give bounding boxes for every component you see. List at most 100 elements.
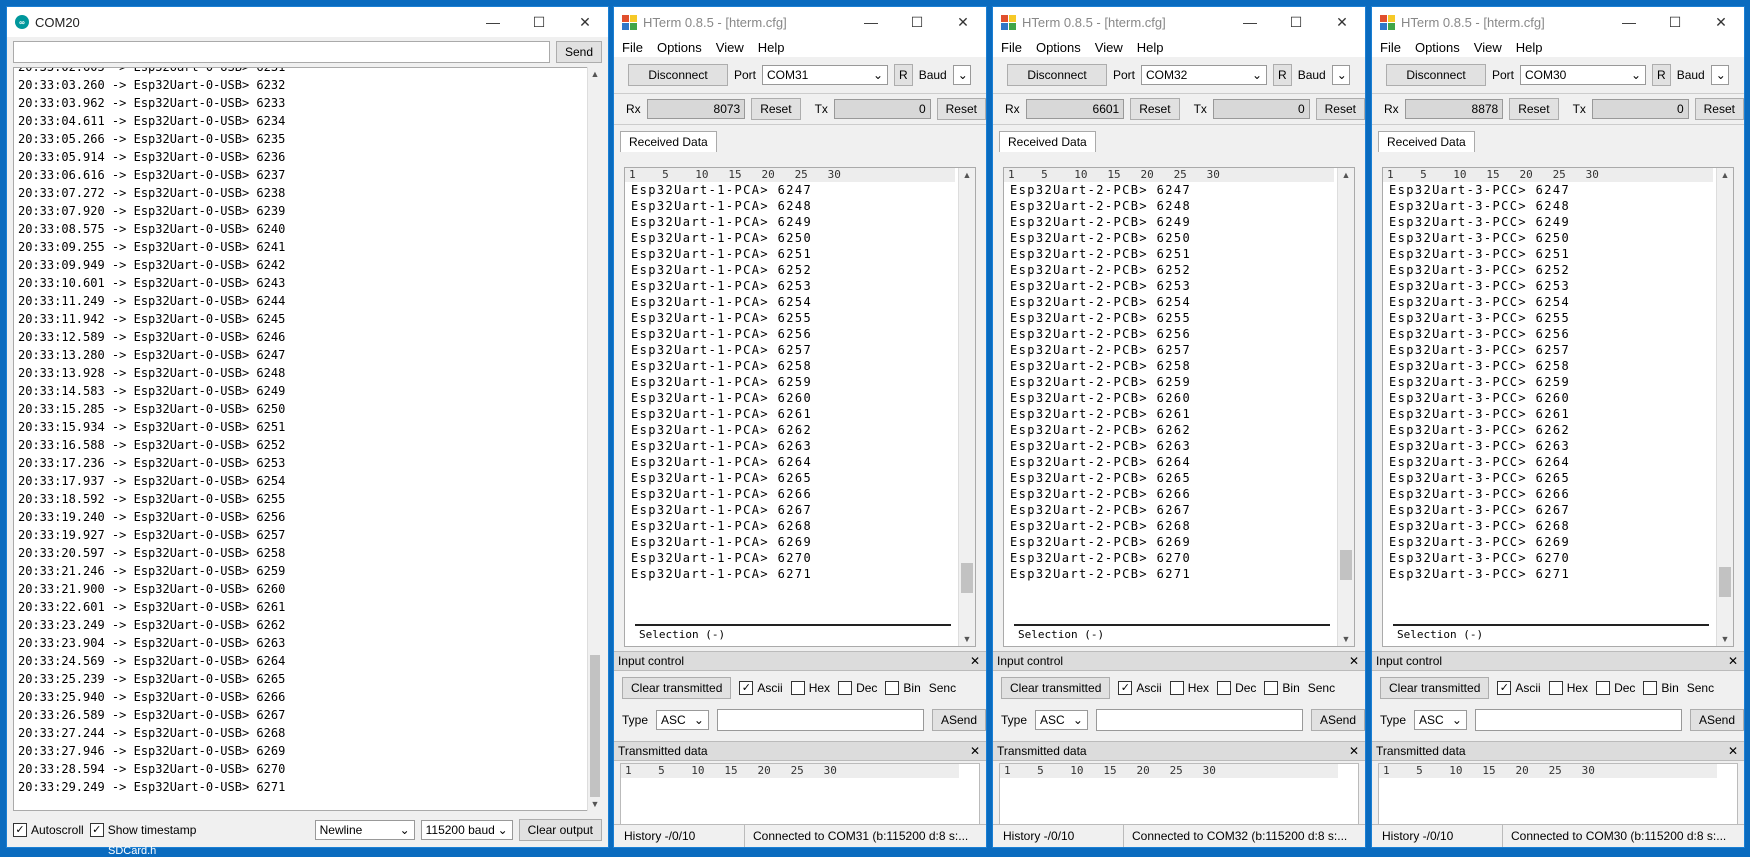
baud-select[interactable]: 115200 baud ⌄ (420, 820, 513, 840)
dec-checkbox[interactable]: Dec (1596, 681, 1635, 695)
close-panel-icon[interactable]: ✕ (970, 654, 980, 668)
close-icon[interactable]: ✕ (940, 7, 986, 37)
bin-checkbox[interactable]: Bin (1264, 681, 1300, 695)
com20-scrollbar[interactable]: ▲ ▼ (587, 67, 602, 811)
com20-send-button[interactable]: Send (555, 41, 602, 63)
disconnect-button[interactable]: Disconnect (1007, 64, 1107, 86)
menu-view[interactable]: View (1474, 40, 1502, 55)
send-input[interactable] (1474, 709, 1682, 731)
port-select[interactable]: COM32 ⌄ (1141, 65, 1268, 85)
asend-button[interactable]: ASend (931, 709, 986, 731)
clear-transmitted-button[interactable]: Clear transmitted (1380, 677, 1490, 699)
maximize-icon[interactable]: ☐ (894, 7, 940, 37)
rx-reset-button[interactable]: Reset (1509, 98, 1559, 120)
minimize-icon[interactable]: — (1227, 7, 1273, 37)
close-panel-icon[interactable]: ✕ (1728, 744, 1738, 758)
hterm-titlebar[interactable]: HTerm 0.8.5 - [hterm.cfg] — ☐ ✕ (993, 7, 1365, 37)
close-icon[interactable]: ✕ (1698, 7, 1744, 37)
tx-reset-button[interactable]: Reset (1694, 98, 1744, 120)
asend-button[interactable]: ASend (1689, 709, 1744, 731)
menu-help[interactable]: Help (1137, 40, 1164, 55)
menu-file[interactable]: File (622, 40, 643, 55)
tx-reset-button[interactable]: Reset (1315, 98, 1365, 120)
clear-output-button[interactable]: Clear output (518, 819, 602, 841)
transmitted-data-area[interactable]: 1 5 10 15 20 25 30 (1378, 763, 1738, 825)
timestamp-checkbox[interactable]: ✓ Show timestamp (89, 823, 196, 837)
autoscroll-checkbox[interactable]: ✓ Autoscroll (13, 823, 84, 837)
rx-reset-button[interactable]: Reset (751, 98, 801, 120)
menu-options[interactable]: Options (1036, 40, 1081, 55)
received-data-area[interactable]: 1 5 10 15 20 25 30 Esp32Uart-2-PCB> 6247… (1003, 167, 1355, 647)
received-scroll-thumb[interactable] (1719, 567, 1731, 597)
type-select[interactable]: ASC ⌄ (656, 710, 709, 730)
com20-log[interactable]: 20:33:02.605 -> Esp32Uart-0-USB> 6231 20:… (13, 67, 590, 811)
ascii-checkbox[interactable]: ✓ Ascii (739, 681, 783, 695)
menu-options[interactable]: Options (1415, 40, 1460, 55)
hterm-titlebar[interactable]: HTerm 0.8.5 - [hterm.cfg] — ☐ ✕ (1372, 7, 1744, 37)
tab-received-data[interactable]: Received Data (1378, 131, 1475, 152)
close-icon[interactable]: ✕ (562, 7, 608, 37)
ascii-checkbox[interactable]: ✓ Ascii (1118, 681, 1162, 695)
disconnect-button[interactable]: Disconnect (628, 64, 728, 86)
received-scrollbar[interactable]: ▲ ▼ (1337, 168, 1354, 646)
dec-checkbox[interactable]: Dec (838, 681, 877, 695)
scroll-up-icon[interactable]: ▲ (1717, 168, 1733, 182)
scroll-up-icon[interactable]: ▲ (1338, 168, 1354, 182)
send-input[interactable] (716, 709, 924, 731)
dec-checkbox[interactable]: Dec (1217, 681, 1256, 695)
asend-button[interactable]: ASend (1310, 709, 1365, 731)
received-scrollbar[interactable]: ▲ ▼ (958, 168, 975, 646)
close-panel-icon[interactable]: ✕ (970, 744, 980, 758)
received-data-area[interactable]: 1 5 10 15 20 25 30 Esp32Uart-3-PCC> 6247… (1382, 167, 1734, 647)
port-select[interactable]: COM30 ⌄ (1520, 65, 1647, 85)
scroll-down-icon[interactable]: ▼ (959, 632, 975, 646)
menu-file[interactable]: File (1001, 40, 1022, 55)
minimize-icon[interactable]: — (470, 7, 516, 37)
clear-transmitted-button[interactable]: Clear transmitted (622, 677, 732, 699)
hex-checkbox[interactable]: Hex (790, 681, 830, 695)
scroll-down-icon[interactable]: ▼ (1717, 632, 1733, 646)
baud-select[interactable]: ⌄ (1710, 65, 1729, 85)
maximize-icon[interactable]: ☐ (516, 7, 562, 37)
com20-titlebar[interactable]: ∞ COM20 — ☐ ✕ (7, 7, 608, 37)
close-icon[interactable]: ✕ (1319, 7, 1365, 37)
baud-select[interactable]: ⌄ (1331, 65, 1350, 85)
scroll-up-icon[interactable]: ▲ (588, 67, 602, 81)
scroll-down-icon[interactable]: ▼ (1338, 632, 1354, 646)
clear-transmitted-button[interactable]: Clear transmitted (1001, 677, 1111, 699)
transmitted-data-area[interactable]: 1 5 10 15 20 25 30 (999, 763, 1359, 825)
menu-file[interactable]: File (1380, 40, 1401, 55)
scroll-up-icon[interactable]: ▲ (959, 168, 975, 182)
menu-view[interactable]: View (1095, 40, 1123, 55)
rx-reset-button[interactable]: Reset (1130, 98, 1180, 120)
hex-checkbox[interactable]: Hex (1169, 681, 1209, 695)
received-scroll-thumb[interactable] (1340, 550, 1352, 580)
scroll-down-icon[interactable]: ▼ (588, 797, 602, 811)
received-data-area[interactable]: 1 5 10 15 20 25 30 Esp32Uart-1-PCA> 6247… (624, 167, 976, 647)
menu-help[interactable]: Help (758, 40, 785, 55)
hterm-titlebar[interactable]: HTerm 0.8.5 - [hterm.cfg] — ☐ ✕ (614, 7, 986, 37)
minimize-icon[interactable]: — (1606, 7, 1652, 37)
close-panel-icon[interactable]: ✕ (1728, 654, 1738, 668)
bin-checkbox[interactable]: Bin (1643, 681, 1679, 695)
disconnect-button[interactable]: Disconnect (1386, 64, 1486, 86)
maximize-icon[interactable]: ☐ (1273, 7, 1319, 37)
received-scroll-thumb[interactable] (961, 563, 973, 593)
menu-help[interactable]: Help (1516, 40, 1543, 55)
line-ending-select[interactable]: Newline ⌄ (314, 820, 415, 840)
menu-view[interactable]: View (716, 40, 744, 55)
tab-received-data[interactable]: Received Data (620, 131, 717, 152)
com20-send-input[interactable] (13, 41, 550, 63)
menu-options[interactable]: Options (657, 40, 702, 55)
tab-received-data[interactable]: Received Data (999, 131, 1096, 152)
refresh-ports-button[interactable]: R (894, 64, 913, 86)
refresh-ports-button[interactable]: R (1652, 64, 1671, 86)
refresh-ports-button[interactable]: R (1273, 64, 1292, 86)
com20-scroll-thumb[interactable] (590, 655, 600, 797)
maximize-icon[interactable]: ☐ (1652, 7, 1698, 37)
send-input[interactable] (1095, 709, 1303, 731)
minimize-icon[interactable]: — (848, 7, 894, 37)
port-select[interactable]: COM31 ⌄ (762, 65, 889, 85)
close-panel-icon[interactable]: ✕ (1349, 654, 1359, 668)
type-select[interactable]: ASC ⌄ (1035, 710, 1088, 730)
